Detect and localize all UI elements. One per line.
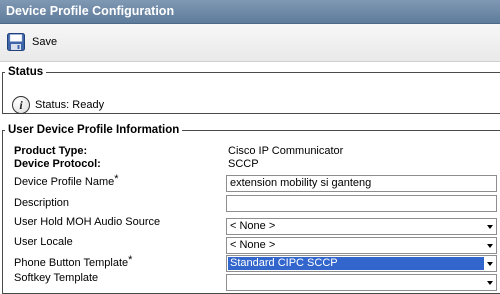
user-hold-moh-selected: < None > [230, 220, 276, 232]
page-title: Device Profile Configuration [6, 4, 175, 18]
save-button[interactable]: Save [7, 32, 57, 52]
chevron-down-icon [487, 225, 493, 229]
product-type-label: Product Type: [14, 145, 88, 157]
product-type-value: Cisco IP Communicator [228, 145, 344, 157]
device-profile-name-label: Device Profile Name* [14, 173, 119, 188]
device-profile-name-input[interactable]: extension mobility si ganteng [226, 175, 497, 192]
required-marker: * [114, 173, 119, 185]
status-row: i Status: Ready [12, 96, 104, 114]
phone-button-template-label: Phone Button Template* [14, 254, 132, 269]
softkey-template-label: Softkey Template [14, 272, 99, 284]
chevron-down-icon [487, 262, 493, 266]
device-protocol-value: SCCP [228, 158, 259, 170]
save-button-label: Save [32, 36, 58, 48]
description-input[interactable] [226, 195, 497, 212]
toolbar: Save [0, 24, 500, 62]
chevron-down-icon [487, 281, 493, 285]
softkey-template-select[interactable] [226, 274, 497, 291]
status-legend: Status [8, 66, 44, 78]
user-locale-label: User Locale [14, 236, 73, 248]
floppy-disk-icon [7, 33, 25, 51]
status-text: Status: Ready [35, 99, 105, 111]
required-marker: * [128, 254, 133, 266]
device-protocol-label: Device Protocol: [14, 158, 101, 170]
phone-button-template-label-text: Phone Button Template [14, 257, 129, 269]
chevron-down-icon [487, 244, 493, 248]
user-device-profile-legend: User Device Profile Information [8, 124, 180, 136]
user-locale-select[interactable]: < None > [226, 237, 497, 254]
user-hold-moh-label: User Hold MOH Audio Source [14, 216, 161, 228]
user-hold-moh-select[interactable]: < None > [226, 218, 497, 235]
page-header: Device Profile Configuration [0, 0, 500, 24]
phone-button-template-select[interactable]: Standard CIPC SCCP [226, 255, 497, 272]
phone-button-template-selected: Standard CIPC SCCP [228, 257, 484, 270]
device-profile-name-label-text: Device Profile Name [14, 176, 115, 188]
status-section: Status i Status: Ready [2, 66, 500, 114]
info-icon: i [12, 96, 30, 114]
user-locale-selected: < None > [230, 239, 276, 251]
description-label: Description [14, 197, 70, 209]
